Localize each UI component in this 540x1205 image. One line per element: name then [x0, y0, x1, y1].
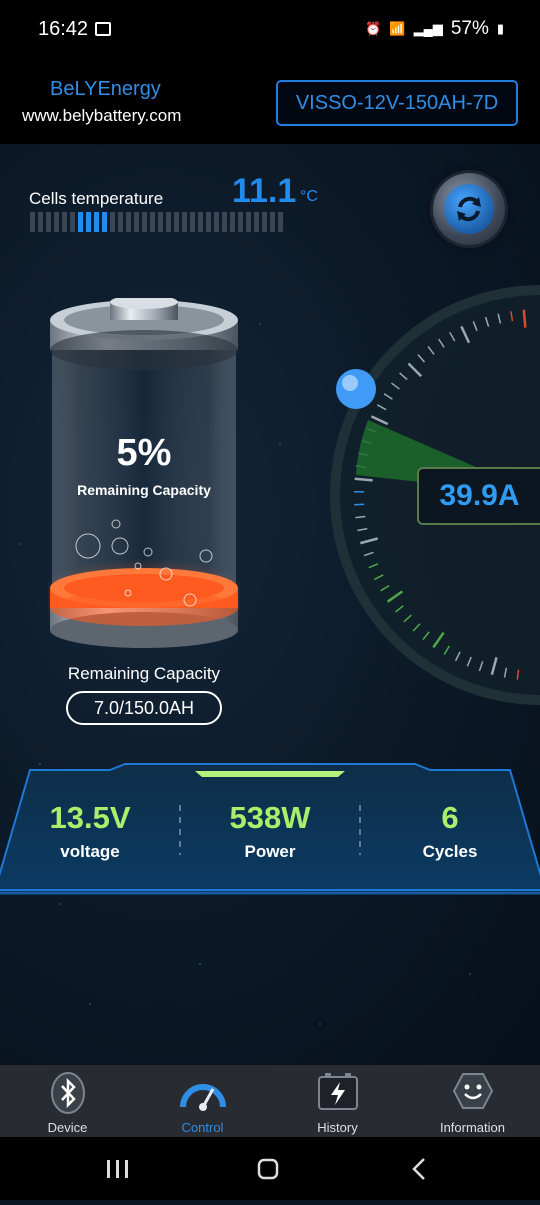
- temperature-bar-segment: [86, 212, 91, 232]
- temperature-bar-segment: [62, 212, 67, 232]
- status-bar: 16:42 ⏰ 📶 ▂▄▆ 57% ▮: [0, 0, 540, 60]
- temperature-bar-segment: [214, 212, 219, 232]
- nav-history-label: History: [270, 1120, 405, 1135]
- device-model-button[interactable]: VISSO-12V-150AH-7D: [276, 80, 518, 126]
- temperature-bar-segment: [134, 212, 139, 232]
- alarm-icon: ⏰: [365, 21, 381, 37]
- voltage-value: 13.5V: [0, 800, 180, 836]
- refresh-icon: [444, 184, 494, 234]
- temperature-bar-segment: [46, 212, 51, 232]
- recent-apps-icon[interactable]: [107, 1160, 128, 1178]
- nav-device-label: Device: [0, 1120, 135, 1135]
- app-header: BeLYEnergy www.belybattery.com VISSO-12V…: [0, 60, 540, 144]
- temperature-bar-segment: [78, 212, 83, 232]
- temperature-bar-segment: [158, 212, 163, 232]
- nav-history[interactable]: History: [270, 1065, 405, 1137]
- temperature-bar-segment: [174, 212, 179, 232]
- gauge-tick: [355, 479, 373, 481]
- temperature-bar-segment: [38, 212, 43, 232]
- temperature-bar-segment: [70, 212, 75, 232]
- temperature-bar: [30, 212, 283, 232]
- smiley-icon: [452, 1071, 494, 1111]
- power-stat: 538W Power: [180, 800, 360, 862]
- temperature-bar-segment: [238, 212, 243, 232]
- speedometer-icon: [179, 1071, 227, 1111]
- power-value: 538W: [180, 800, 360, 836]
- gauge-tick: [354, 504, 364, 505]
- temperature-bar-segment: [166, 212, 171, 232]
- nav-device[interactable]: Device: [0, 1065, 135, 1137]
- gauge-tick: [524, 310, 526, 328]
- home-icon[interactable]: [259, 1160, 277, 1178]
- temperature-bar-segment: [94, 212, 99, 232]
- remaining-capacity-value: 7.0/150.0AH: [66, 691, 222, 725]
- temperature-bar-segment: [110, 212, 115, 232]
- temperature-bar-segment: [118, 212, 123, 232]
- system-navigation-bar: [0, 1137, 540, 1200]
- voltage-label: voltage: [0, 842, 180, 862]
- back-icon[interactable]: [414, 1159, 424, 1179]
- battery-percent-label: Remaining Capacity: [48, 482, 240, 498]
- nav-information-label: Information: [405, 1120, 540, 1135]
- temperature-bar-segment: [142, 212, 147, 232]
- temperature-bar-segment: [126, 212, 131, 232]
- gallery-icon: [95, 22, 111, 36]
- temperature-unit: °C: [300, 188, 318, 206]
- remaining-capacity-label: Remaining Capacity: [48, 664, 240, 684]
- temperature-label: Cells temperature: [29, 189, 163, 209]
- refresh-button[interactable]: [433, 173, 505, 245]
- signal-icon: ▂▄▆: [414, 21, 443, 37]
- temperature-bar-segment: [30, 212, 35, 232]
- temperature-bar-segment: [102, 212, 107, 232]
- bluetooth-icon: [50, 1071, 86, 1115]
- current-value: 39.9A: [417, 467, 540, 525]
- brand-name: BeLYEnergy: [50, 78, 161, 101]
- power-label: Power: [180, 842, 360, 862]
- temperature-bar-segment: [182, 212, 187, 232]
- nav-control-label: Control: [135, 1120, 270, 1135]
- cycles-label: Cycles: [360, 842, 540, 862]
- temperature-bar-segment: [262, 212, 267, 232]
- temperature-bar-segment: [150, 212, 155, 232]
- temperature-bar-segment: [278, 212, 283, 232]
- temperature-bar-segment: [54, 212, 59, 232]
- temperature-bar-segment: [254, 212, 259, 232]
- temperature-bar-segment: [246, 212, 251, 232]
- battery-percent-value: 5%: [48, 432, 240, 475]
- temperature-bar-segment: [222, 212, 227, 232]
- temperature-value: 11.1: [232, 172, 296, 211]
- temperature-bar-segment: [198, 212, 203, 232]
- temperature-bar-segment: [190, 212, 195, 232]
- temperature-bar-segment: [206, 212, 211, 232]
- temperature-bar-segment: [230, 212, 235, 232]
- wifi-icon: 📶: [389, 21, 405, 37]
- nav-information[interactable]: Information: [405, 1065, 540, 1137]
- battery-icon: ▮: [497, 21, 504, 37]
- website-url: www.belybattery.com: [22, 106, 181, 126]
- temperature-bar-segment: [270, 212, 275, 232]
- bottom-navigation: Device Control History Information: [0, 1065, 540, 1137]
- status-icons: ⏰ 📶 ▂▄▆ 57% ▮: [365, 18, 504, 40]
- status-time: 16:42: [38, 18, 88, 41]
- cycles-value: 6: [360, 800, 540, 836]
- battery-percent: 57%: [451, 18, 489, 40]
- battery-flash-icon: [317, 1071, 359, 1111]
- cycles-stat: 6 Cycles: [360, 800, 540, 862]
- voltage-stat: 13.5V voltage: [0, 800, 180, 862]
- nav-control[interactable]: Control: [135, 1065, 270, 1137]
